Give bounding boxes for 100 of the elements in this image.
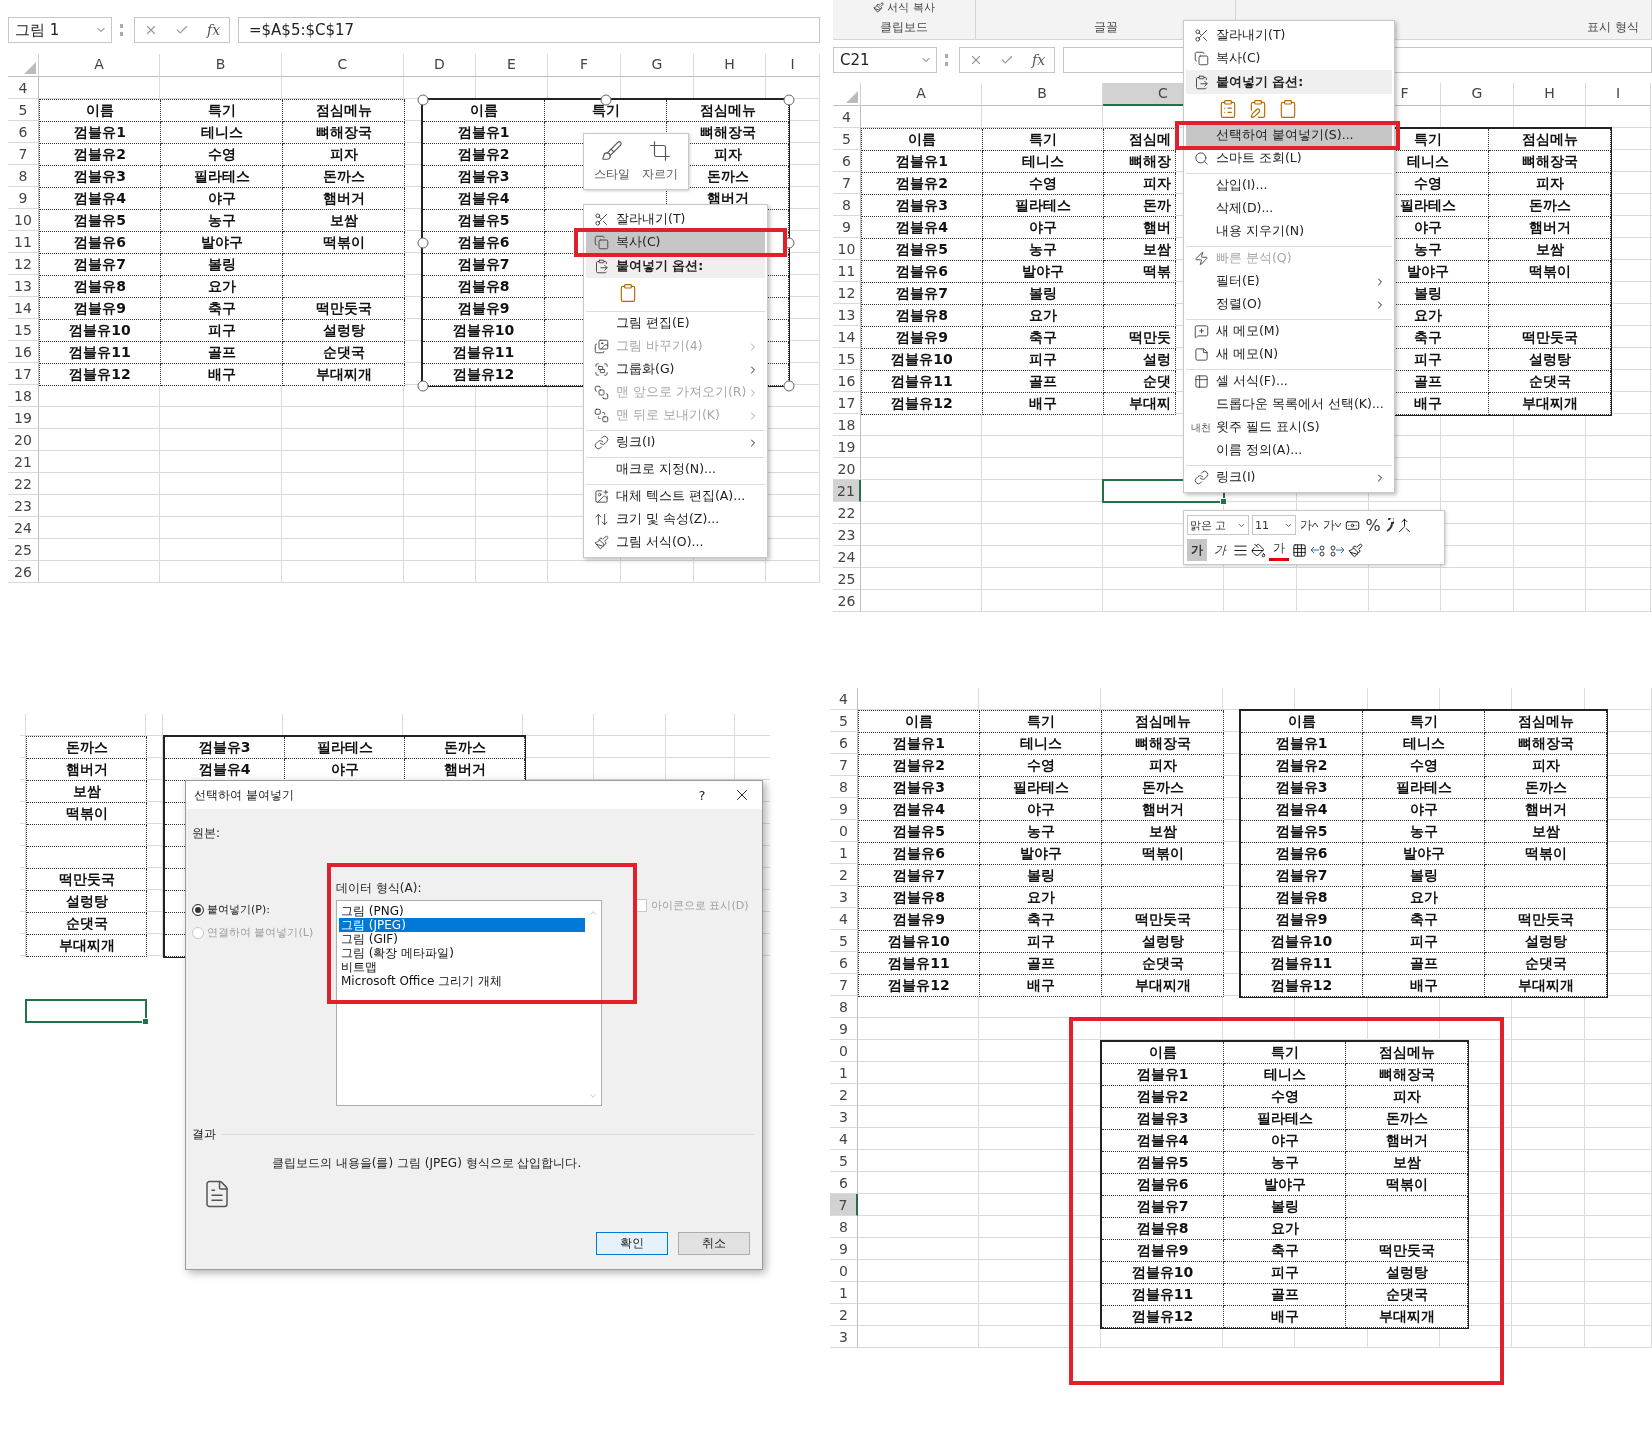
column-header[interactable]: B — [982, 83, 1103, 106]
row-header[interactable]: 21 — [833, 480, 861, 502]
menu-item[interactable]: 크기 및 속성(Z)... — [586, 508, 765, 531]
column-header[interactable]: G — [621, 54, 694, 77]
row-header[interactable]: 14 — [833, 326, 861, 348]
grow-font-button[interactable]: 가 — [1299, 514, 1319, 536]
row-header[interactable]: 2 — [830, 1084, 858, 1106]
list-item[interactable]: 그림 (PNG) — [339, 904, 585, 918]
row-header[interactable]: 5 — [8, 99, 39, 121]
font-field[interactable]: 맑은 고 — [1187, 515, 1249, 535]
row-header[interactable]: 6 — [8, 121, 39, 143]
column-header[interactable]: H — [1514, 83, 1586, 106]
row-header[interactable]: 2 — [830, 864, 858, 886]
row-header[interactable]: 8 — [830, 996, 858, 1018]
column-header[interactable]: C — [282, 54, 404, 77]
row-header[interactable]: 6 — [830, 732, 858, 754]
percent-button[interactable]: % — [1363, 514, 1383, 536]
column-header[interactable]: A — [39, 54, 160, 77]
menu-item[interactable]: 잘라내기(T) — [1186, 24, 1392, 47]
list-item[interactable]: 비트맵 — [339, 960, 585, 974]
row-header[interactable]: 9 — [8, 187, 39, 209]
column-header[interactable]: D — [404, 54, 476, 77]
menu-item[interactable]: 링크(I) — [586, 430, 765, 454]
row-header[interactable]: 24 — [833, 546, 861, 568]
row-header[interactable]: 9 — [833, 216, 861, 238]
row-header[interactable]: 0 — [830, 1040, 858, 1062]
row-header[interactable]: 11 — [833, 260, 861, 282]
row-header[interactable]: 4 — [8, 77, 39, 99]
row-header[interactable]: 23 — [8, 495, 39, 517]
name-box[interactable]: C21 — [833, 47, 937, 73]
row-header[interactable]: 4 — [830, 1128, 858, 1150]
list-item[interactable]: 그림 (JPEG) — [339, 918, 585, 932]
row-header[interactable]: 5 — [830, 1150, 858, 1172]
row-header[interactable]: 12 — [833, 282, 861, 304]
row-header[interactable]: 25 — [8, 539, 39, 561]
menu-item[interactable]: 그림 편집(E) — [586, 311, 765, 335]
menu-item[interactable]: 매크로 지정(N)... — [586, 457, 765, 481]
row-header[interactable]: 19 — [8, 407, 39, 429]
format-painter-button[interactable]: 서식 복사 — [873, 0, 935, 15]
list-item[interactable]: Microsoft Office 그리기 개체 — [339, 974, 585, 988]
list-item[interactable]: 그림 (GIF) — [339, 932, 585, 946]
row-header[interactable]: 5 — [830, 930, 858, 952]
row-header[interactable]: 13 — [833, 304, 861, 326]
row-header[interactable]: 1 — [830, 1062, 858, 1084]
row-header[interactable]: 4 — [830, 908, 858, 930]
column-header[interactable]: G — [1441, 83, 1514, 106]
column-header[interactable]: E — [476, 54, 548, 77]
menu-item[interactable]: 새 메모(M) — [1186, 319, 1392, 343]
row-header[interactable]: 6 — [830, 952, 858, 974]
row-header[interactable]: 7 — [830, 1194, 858, 1216]
insert-function-button[interactable]: fx — [1032, 52, 1046, 68]
column-header[interactable]: H — [694, 54, 766, 77]
insert-function-button[interactable]: fx — [207, 22, 221, 38]
row-header[interactable]: 7 — [833, 172, 861, 194]
row-header[interactable]: 4 — [833, 106, 861, 128]
menu-item[interactable]: 그룹화(G) — [586, 358, 765, 381]
row-header[interactable]: 24 — [8, 517, 39, 539]
menu-item[interactable]: 대체 텍스트 편집(A)... — [586, 484, 765, 508]
italic-button[interactable]: 가 — [1210, 539, 1230, 561]
row-header[interactable]: 8 — [833, 194, 861, 216]
menu-item[interactable]: 셀 서식(F)... — [1186, 369, 1392, 393]
row-header[interactable]: 21 — [8, 451, 39, 473]
formula-field[interactable]: =$A$5:$C$17 — [238, 17, 820, 43]
column-header[interactable]: B — [160, 54, 282, 77]
row-header[interactable]: 14 — [8, 297, 39, 319]
row-header[interactable]: 26 — [8, 561, 39, 583]
row-header[interactable]: 22 — [833, 502, 861, 524]
menu-item[interactable]: 내천 윗주 필드 표시(S) — [1186, 416, 1392, 439]
row-header[interactable]: 9 — [830, 1238, 858, 1260]
row-header[interactable]: 17 — [8, 363, 39, 385]
row-header[interactable]: 10 — [8, 209, 39, 231]
row-header[interactable]: 7 — [830, 754, 858, 776]
menu-item[interactable]: 복사(C) — [1186, 47, 1392, 70]
row-header[interactable]: 18 — [8, 385, 39, 407]
row-header[interactable]: 13 — [8, 275, 39, 297]
row-header[interactable]: 18 — [833, 414, 861, 436]
row-header[interactable]: 26 — [833, 590, 861, 612]
menu-item[interactable]: 삽입(I)... — [1186, 173, 1392, 197]
row-header[interactable]: 15 — [8, 319, 39, 341]
row-header[interactable]: 0 — [830, 1260, 858, 1282]
format-list[interactable]: 그림 (PNG) 그림 (JPEG) 그림 (GIF) 그림 (확장 메타파일) 비트맵 Microsoft Office 그리기 개체 — [336, 900, 602, 1106]
row-header[interactable]: 2 — [830, 1304, 858, 1326]
row-header[interactable]: 5 — [833, 128, 861, 150]
column-header[interactable]: I — [766, 54, 820, 77]
style-button[interactable]: 스타일 — [588, 138, 636, 185]
menu-item[interactable]: 이름 정의(A)... — [1186, 439, 1392, 462]
row-header[interactable]: 8 — [830, 1216, 858, 1238]
row-header[interactable]: 22 — [8, 473, 39, 495]
row-header[interactable]: 25 — [833, 568, 861, 590]
row-header[interactable]: 0 — [830, 820, 858, 842]
row-header[interactable]: 16 — [8, 341, 39, 363]
row-header[interactable]: 1 — [830, 842, 858, 864]
font-size-field[interactable]: 11 — [1252, 515, 1296, 535]
row-header[interactable]: 17 — [833, 392, 861, 414]
cancel-button[interactable]: 취소 — [678, 1232, 750, 1255]
row-header[interactable]: 11 — [8, 231, 39, 253]
row-header[interactable]: 6 — [830, 1172, 858, 1194]
row-header[interactable]: 15 — [833, 348, 861, 370]
row-header[interactable]: 7 — [8, 143, 39, 165]
menu-item[interactable]: 그림 서식(O)... — [586, 531, 765, 554]
